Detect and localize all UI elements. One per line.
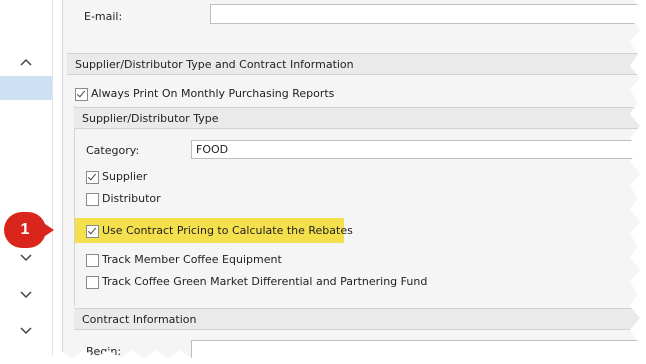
callout-badge: 1 xyxy=(4,212,54,248)
torn-edge-right xyxy=(628,0,646,364)
checkbox-icon[interactable] xyxy=(86,253,99,267)
nav-selected-item[interactable] xyxy=(0,76,52,100)
supplier-type-group-header: Supplier/Distributor Type xyxy=(74,107,646,129)
always-print-checkbox[interactable]: Always Print On Monthly Purchasing Repor… xyxy=(75,87,334,103)
supplier-contract-group-header: Supplier/Distributor Type and Contract I… xyxy=(67,53,646,75)
supplier-checkbox[interactable]: Supplier xyxy=(86,170,147,186)
distributor-label: Distributor xyxy=(102,192,161,205)
torn-edge-bottom xyxy=(0,350,646,364)
checkbox-icon[interactable] xyxy=(86,170,99,184)
supplier-label: Supplier xyxy=(102,170,148,183)
checkbox-icon[interactable] xyxy=(86,192,99,206)
always-print-label: Always Print On Monthly Purchasing Repor… xyxy=(91,87,335,100)
chevron-down-icon[interactable] xyxy=(14,323,38,343)
contract-pricing-checkbox[interactable]: Use Contract Pricing to Calculate the Re… xyxy=(86,224,353,240)
checkbox-icon[interactable] xyxy=(75,87,88,101)
group-title: Supplier/Distributor Type and Contract I… xyxy=(75,58,354,71)
contract-info-group-header: Contract Information xyxy=(74,308,646,330)
email-field[interactable] xyxy=(210,4,640,24)
category-label: Category: xyxy=(86,144,140,157)
chevron-down-icon[interactable] xyxy=(14,287,38,307)
checkbox-icon[interactable] xyxy=(86,275,99,289)
track-coffee-equipment-checkbox[interactable]: Track Member Coffee Equipment xyxy=(86,253,282,269)
track-coffee-equipment-label: Track Member Coffee Equipment xyxy=(102,253,282,266)
group-title: Supplier/Distributor Type xyxy=(82,112,219,125)
category-field[interactable]: FOOD xyxy=(191,140,646,159)
track-green-market-label: Track Coffee Green Market Differential a… xyxy=(102,275,428,288)
group-title: Contract Information xyxy=(82,313,197,326)
distributor-checkbox[interactable]: Distributor xyxy=(86,192,161,208)
chevron-up-icon[interactable] xyxy=(14,54,38,74)
email-label: E-mail: xyxy=(84,10,123,23)
track-green-market-checkbox[interactable]: Track Coffee Green Market Differential a… xyxy=(86,275,427,291)
checkbox-icon[interactable] xyxy=(86,224,99,238)
chevron-down-icon[interactable] xyxy=(14,250,38,270)
contract-pricing-label: Use Contract Pricing to Calculate the Re… xyxy=(102,224,353,237)
